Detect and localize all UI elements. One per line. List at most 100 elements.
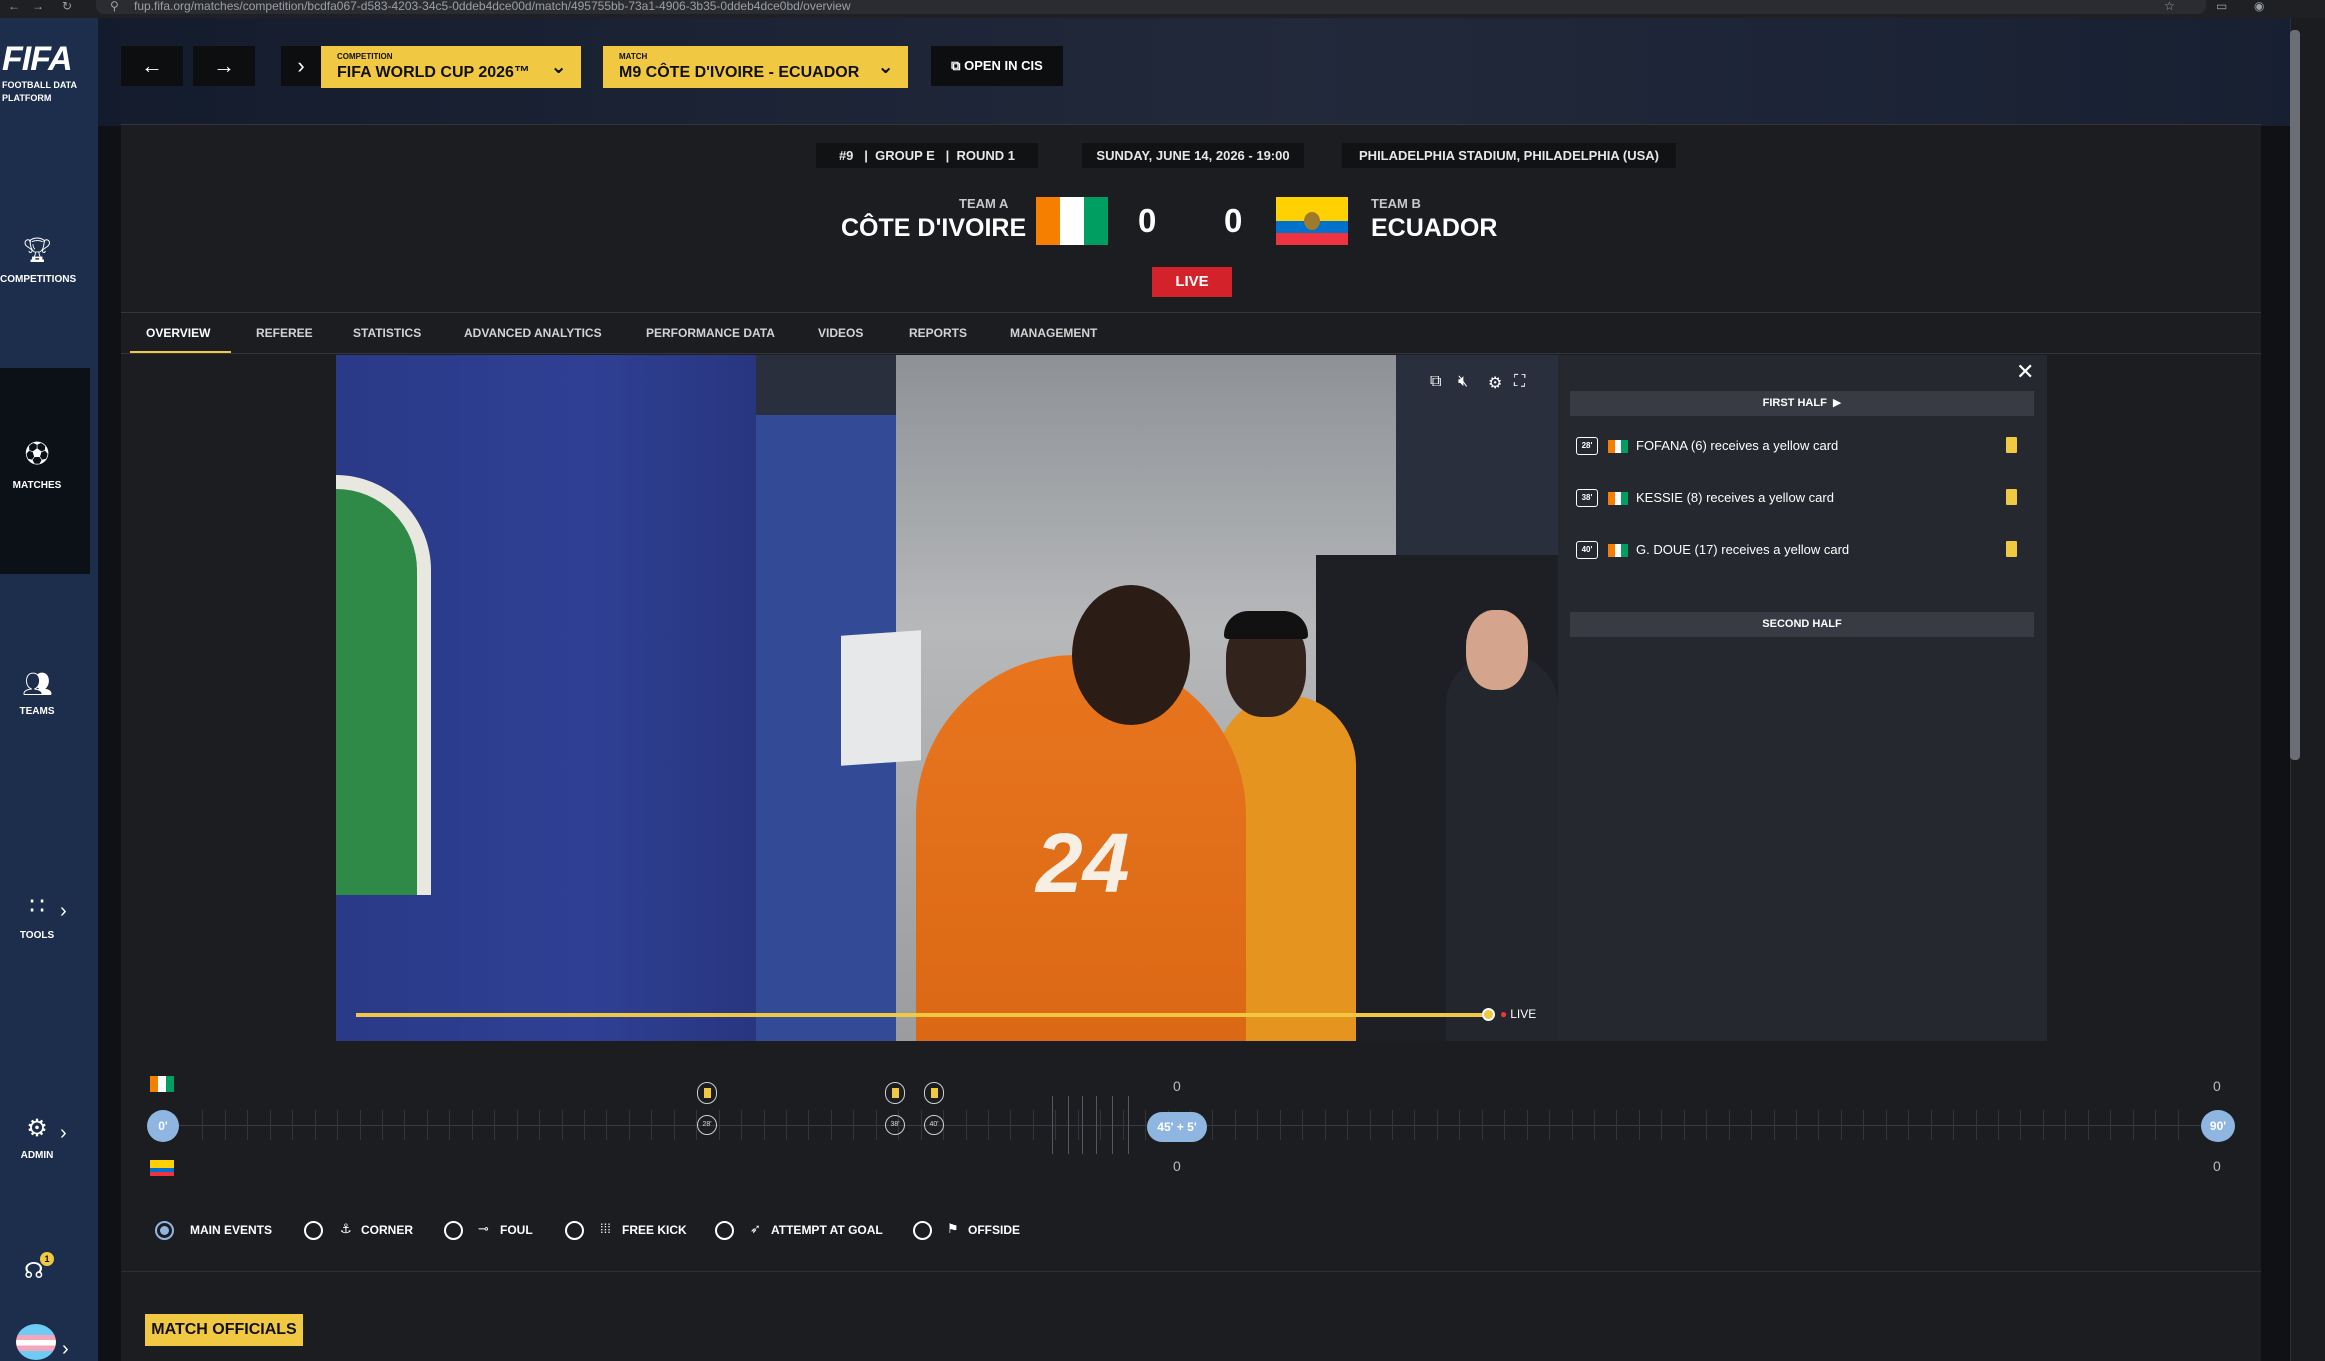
timeline-tick [426,1110,428,1140]
sidebar-item-matches[interactable]: ⚽︎ MATCHES [0,368,90,574]
scrollbar[interactable] [2290,30,2300,760]
tab-advanced-analytics[interactable]: ADVANCED ANALYTICS [464,316,602,354]
close-icon[interactable]: ✕ [2016,359,2034,385]
filter-attempt-label[interactable]: ATTEMPT AT GOAL [771,1223,883,1237]
user-avatar[interactable] [16,1324,56,1360]
timeline-tick [449,1110,451,1140]
back-icon[interactable]: ← [8,0,20,12]
timeline-tick [1414,1110,1416,1140]
timeline-tick [1302,1110,1304,1140]
event-row[interactable]: 38' KESSIE (8) receives a yellow card [1570,479,2034,519]
match-group: GROUP E [875,148,935,163]
settings-icon[interactable]: ⚙︎ [1488,373,1502,393]
tab-overview[interactable]: OVERVIEW [130,316,231,354]
video-player[interactable]: 24 ⧉ 🔇︎ ⚙︎ ⛶ ● LIVE [336,355,1558,1041]
profile-icon[interactable]: ◉ [2254,0,2264,12]
notification-icon[interactable]: ☊ 1 [24,1252,54,1288]
filter-offside-label[interactable]: OFFSIDE [968,1223,1020,1237]
external-link-icon: ⧉ [951,58,965,73]
match-select[interactable]: MATCH M9 CÔTE D'IVOIRE - ECUADOR ⌄ [603,46,908,88]
event-text: G. DOUE (17) receives a yellow card [1636,542,1850,557]
first-half-header[interactable]: FIRST HALF ▶ [1570,391,2034,416]
filter-free-kick-radio[interactable] [565,1221,584,1240]
logo-word: FIFA [2,40,73,78]
sidebar-item-teams[interactable]: 👥︎ TEAMS [0,590,90,796]
competition-select[interactable]: COMPETITION FIFA WORLD CUP 2026™ ⌄ [321,46,581,88]
forward-icon[interactable]: → [32,0,44,12]
tabs-bottom-divider [121,353,2261,354]
timeline-added-time-tick [1052,1096,1053,1154]
chevron-right-icon[interactable]: › [60,1122,67,1145]
timeline-tick [651,1110,653,1140]
breadcrumb-expand-button[interactable]: › [281,46,321,86]
tab-statistics[interactable]: STATISTICS [353,316,421,354]
timeline-tick [494,1110,496,1140]
team-b-name[interactable]: ECUADOR [1371,214,1497,243]
video-progress-bar[interactable] [356,1013,1488,1017]
open-in-cis-label: OPEN IN CIS [964,58,1043,73]
video-progress-handle[interactable] [1482,1008,1495,1021]
sidebar-item-tools[interactable]: ∷ TOOLS › [0,814,90,1020]
select-caption: COMPETITION [337,52,393,61]
play-icon: ▶ [1829,397,1842,409]
filter-free-kick-label[interactable]: FREE KICK [622,1223,687,1237]
corner-icon: ⚓︎ [340,1221,352,1236]
second-half-header[interactable]: SECOND HALF [1570,612,2034,637]
address-bar[interactable]: ⚲ fup.fifa.org/matches/competition/bcdfa… [96,0,2206,14]
timeline-tick [1751,1110,1753,1140]
fifa-logo[interactable]: FIFA FOOTBALL DATA PLATFORM [0,40,98,105]
tab-management[interactable]: MANAGEMENT [1010,316,1097,354]
timeline-halftime[interactable]: 45' + 5' [1147,1112,1207,1142]
event-row[interactable]: 28' FOFANA (6) receives a yellow card [1570,427,2034,467]
timeline-start[interactable]: 0' [147,1110,179,1142]
reload-icon[interactable]: ↻ [62,0,72,12]
halftime-count-team-a: 0 [1173,1078,1181,1094]
filter-main-events-label[interactable]: MAIN EVENTS [190,1223,272,1237]
chevron-right-icon[interactable]: › [62,1338,69,1361]
filter-attempt-radio[interactable] [715,1221,734,1240]
cote-divoire-flag-icon [1608,544,1628,557]
team-a-name[interactable]: CÔTE D'IVOIRE [841,214,1026,243]
tabs-top-divider [121,312,2261,313]
fullscreen-icon[interactable]: ⛶ [1514,373,1525,391]
tab-reports[interactable]: REPORTS [909,316,967,354]
timeline-tick [1100,1110,1102,1140]
nav-forward-button[interactable]: → [193,46,255,86]
timeline-end[interactable]: 90' [2201,1110,2235,1142]
timeline-tick [2042,1110,2044,1140]
timeline-tick [471,1110,473,1140]
filter-corner-radio[interactable] [304,1221,323,1240]
chevron-right-icon[interactable]: › [60,900,67,923]
extension-icon[interactable]: ▭ [2216,0,2227,12]
video-frame-sign [841,630,921,766]
filter-foul-radio[interactable] [444,1221,463,1240]
timeline-tick [920,1110,922,1140]
filter-foul-label[interactable]: FOUL [500,1223,533,1237]
tab-performance-data[interactable]: PERFORMANCE DATA [646,316,775,354]
timeline-yellow-card-icon[interactable] [885,1082,905,1104]
timeline-yellow-card-icon[interactable] [697,1082,717,1104]
timeline-mark[interactable]: 40' [924,1115,944,1135]
site-info-icon[interactable]: ⚲ [110,0,119,12]
score-team-a: 0 [1138,202,1157,239]
picture-in-picture-icon[interactable]: ⧉ [1430,373,1441,391]
filter-corner-label[interactable]: CORNER [361,1223,413,1237]
whistle-icon: ⊸ [478,1221,489,1236]
timeline-mark[interactable]: 28' [697,1115,717,1135]
sidebar-item-admin[interactable]: ⚙︎ ADMIN › [0,1038,90,1244]
tab-videos[interactable]: VIDEOS [818,316,863,354]
event-row[interactable]: 40' G. DOUE (17) receives a yellow card [1570,531,2034,571]
timeline-yellow-card-icon[interactable] [924,1082,944,1104]
filter-main-events-radio[interactable] [155,1221,174,1240]
filter-offside-radio[interactable] [913,1221,932,1240]
tab-referee[interactable]: REFEREE [256,316,313,354]
mute-icon[interactable]: 🔇︎ [1458,373,1468,391]
video-frame-cap [1224,611,1308,639]
timeline-mark[interactable]: 38' [885,1115,905,1135]
open-in-cis-button[interactable]: ⧉ OPEN IN CIS [931,46,1063,86]
sidebar-item-competitions[interactable]: 🏆︎ COMPETITIONS [0,166,90,372]
timeline-tick [269,1110,271,1140]
nav-back-button[interactable]: ← [121,46,183,86]
bookmark-star-icon[interactable]: ☆ [2164,0,2175,12]
ecuador-flag-icon [150,1160,174,1176]
